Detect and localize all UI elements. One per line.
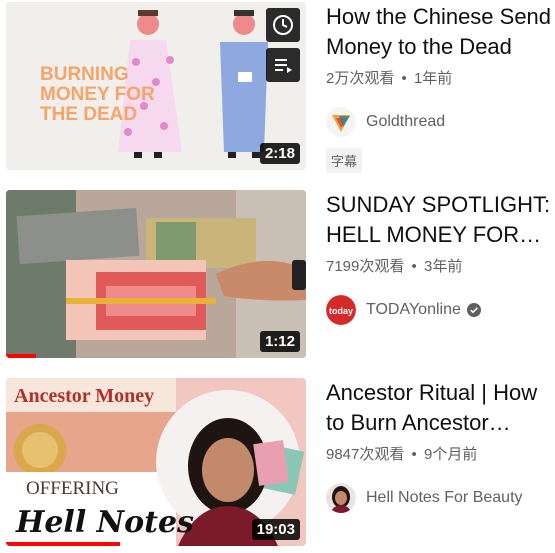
video-title[interactable]: Ancestor Ritual | How to Burn Ancestor… xyxy=(326,378,555,438)
channel-row[interactable]: today TODAYonline xyxy=(326,294,555,326)
video-title[interactable]: How the Chinese Send Money to the Dead xyxy=(326,2,555,62)
view-count: 7199次观看 xyxy=(326,258,405,275)
channel-name[interactable]: Hell Notes For Beauty xyxy=(366,489,523,507)
video-thumbnail[interactable]: Ancestor Money OFFERING Hell Notes 19:03 xyxy=(6,378,306,546)
clock-icon xyxy=(273,15,293,35)
upload-age: 1年前 xyxy=(413,70,453,87)
duration-badge: 2:18 xyxy=(259,143,300,164)
subtitles-badge: 字幕 xyxy=(326,148,363,173)
thumb-text-line: BURNING xyxy=(40,64,129,85)
channel-avatar[interactable] xyxy=(326,483,356,513)
view-count: 9847次观看 xyxy=(326,446,405,463)
channel-avatar[interactable]: today xyxy=(326,295,356,325)
duration-badge: 1:12 xyxy=(259,331,300,352)
channel-row[interactable]: Hell Notes For Beauty xyxy=(326,482,555,514)
video-item[interactable]: BURNING MONEY FOR THE DEAD 2:18 How the … xyxy=(0,2,555,173)
view-count: 2万次观看 xyxy=(326,70,395,87)
video-item[interactable]: 1:12 SUNDAY SPOTLIGHT: HELL MONEY FOR… 7… xyxy=(0,190,555,360)
video-meta: 7199次观看 • 3年前 xyxy=(326,255,555,276)
add-to-queue-button[interactable] xyxy=(266,48,300,82)
watch-later-button[interactable] xyxy=(266,8,300,42)
duration-badge: 19:03 xyxy=(251,519,300,540)
channel-row[interactable]: Goldthread xyxy=(326,106,555,138)
avatar-text: today xyxy=(329,306,353,316)
video-meta: 9847次观看 • 9个月前 xyxy=(326,443,555,464)
video-title[interactable]: SUNDAY SPOTLIGHT: HELL MONEY FOR… xyxy=(326,190,555,250)
thumb-text-line: OFFERING xyxy=(26,478,119,499)
video-meta: 2万次观看 • 1年前 xyxy=(326,67,555,88)
thumb-text-line: THE DEAD xyxy=(40,104,137,125)
upload-age: 9个月前 xyxy=(423,446,478,463)
meta-separator: • xyxy=(401,70,407,87)
watch-progress-bar xyxy=(6,542,120,546)
channel-name[interactable]: TODAYonline xyxy=(366,301,461,319)
verified-check-icon xyxy=(466,303,481,317)
video-item[interactable]: Ancestor Money OFFERING Hell Notes 19:03… xyxy=(0,378,555,548)
thumb-text-line: Hell Notes xyxy=(15,505,194,540)
watch-progress-bar xyxy=(6,354,36,358)
channel-name[interactable]: Goldthread xyxy=(366,113,445,131)
add-to-queue-icon xyxy=(275,59,292,73)
channel-avatar[interactable] xyxy=(326,107,356,137)
video-thumbnail[interactable]: 1:12 xyxy=(6,190,306,358)
video-thumbnail[interactable]: BURNING MONEY FOR THE DEAD 2:18 xyxy=(6,2,306,170)
meta-separator: • xyxy=(411,258,417,275)
upload-age: 3年前 xyxy=(423,258,463,275)
thumb-text-line: Ancestor Money xyxy=(14,385,154,407)
thumb-text-line: MONEY FOR xyxy=(40,84,155,105)
meta-separator: • xyxy=(411,446,417,463)
